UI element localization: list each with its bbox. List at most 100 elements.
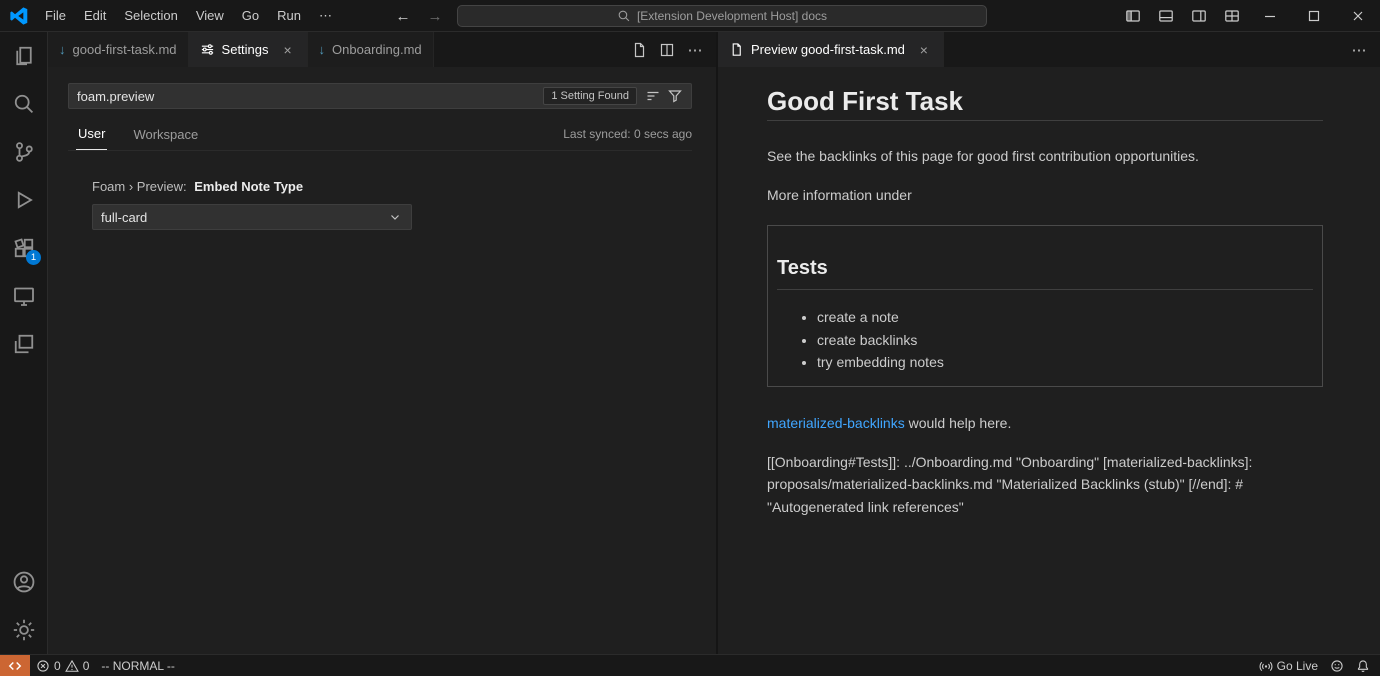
menu-go[interactable]: Go bbox=[233, 0, 268, 32]
warnings-count: 0 bbox=[83, 659, 90, 673]
extensions-badge: 1 bbox=[26, 250, 41, 265]
chevron-down-icon bbox=[387, 209, 403, 225]
more-actions-icon[interactable]: ⋯ bbox=[684, 39, 706, 61]
settings-search-input[interactable]: foam.preview 1 Setting Found bbox=[68, 83, 692, 109]
nav-forward-icon[interactable]: → bbox=[425, 8, 445, 25]
setting-title: Foam › Preview: Embed Note Type bbox=[92, 179, 692, 194]
menu-edit[interactable]: Edit bbox=[75, 0, 115, 32]
editor-group-left: ↓ good-first-task.md Settings × ↓ Onboar… bbox=[48, 32, 716, 654]
tab-onboarding[interactable]: ↓ Onboarding.md bbox=[308, 32, 434, 67]
menu-selection[interactable]: Selection bbox=[115, 0, 186, 32]
broadcast-icon bbox=[1259, 659, 1273, 673]
errors-icon bbox=[36, 659, 50, 673]
menu-more-icon[interactable]: ⋯ bbox=[310, 0, 341, 32]
vscode-logo-icon bbox=[10, 7, 28, 25]
embedded-note-card: Tests create a note create backlinks try… bbox=[767, 225, 1323, 387]
accounts-icon[interactable] bbox=[0, 558, 48, 606]
setting-name: Embed Note Type bbox=[194, 179, 303, 194]
filter-settings-icon[interactable] bbox=[664, 85, 686, 107]
close-window-button[interactable] bbox=[1336, 0, 1380, 32]
editor-group-right: Preview good-first-task.md × ⋯ Good Firs… bbox=[718, 32, 1380, 654]
embed-note-title: Tests bbox=[777, 256, 1313, 290]
search-icon bbox=[617, 9, 631, 23]
link-references-paragraph: [[Onboarding#Tests]]: ../Onboarding.md "… bbox=[767, 451, 1323, 519]
command-center-search[interactable]: [Extension Development Host] docs bbox=[457, 5, 987, 27]
link-suffix-text: would help here. bbox=[905, 415, 1012, 431]
menu-file[interactable]: File bbox=[36, 0, 75, 32]
vim-mode-label: -- NORMAL -- bbox=[101, 659, 175, 673]
preview-file-icon bbox=[729, 42, 744, 57]
problems-status[interactable]: 0 0 bbox=[30, 655, 95, 676]
list-item: create a note bbox=[817, 306, 1313, 329]
tab-good-first-task[interactable]: ↓ good-first-task.md bbox=[48, 32, 189, 67]
tab-strip-right: Preview good-first-task.md × ⋯ bbox=[718, 32, 1380, 67]
more-actions-icon[interactable]: ⋯ bbox=[1348, 39, 1370, 61]
embed-note-type-select[interactable]: full-card bbox=[92, 204, 412, 230]
settings-sliders-icon bbox=[200, 42, 215, 57]
toggle-panel-icon[interactable] bbox=[1149, 0, 1182, 32]
menu-view[interactable]: View bbox=[187, 0, 233, 32]
settings-search-value: foam.preview bbox=[77, 89, 543, 104]
tab-label: Preview good-first-task.md bbox=[751, 42, 905, 57]
notifications-bell-icon[interactable] bbox=[1350, 655, 1376, 676]
settings-gear-icon[interactable] bbox=[0, 606, 48, 654]
vscode-window: File Edit Selection View Go Run ⋯ ← → [E… bbox=[0, 0, 1380, 676]
go-live-button[interactable]: Go Live bbox=[1253, 655, 1324, 676]
setting-item-embed-note-type: Foam › Preview: Embed Note Type full-car… bbox=[92, 179, 692, 230]
activity-bar: 1 bbox=[0, 32, 48, 654]
warnings-icon bbox=[65, 659, 79, 673]
preview-intro-paragraph: See the backlinks of this page for good … bbox=[767, 147, 1323, 166]
tab-preview-good-first-task[interactable]: Preview good-first-task.md × bbox=[718, 32, 944, 67]
source-control-icon[interactable] bbox=[0, 128, 48, 176]
tab-label: Onboarding.md bbox=[332, 42, 422, 57]
clear-search-results-icon[interactable] bbox=[642, 85, 664, 107]
go-live-label: Go Live bbox=[1277, 659, 1318, 673]
maximize-button[interactable] bbox=[1292, 0, 1336, 32]
scope-tab-user[interactable]: User bbox=[76, 121, 107, 150]
list-item: try embedding notes bbox=[817, 351, 1313, 374]
minimize-button[interactable] bbox=[1248, 0, 1292, 32]
feedback-icon[interactable] bbox=[1324, 655, 1350, 676]
nav-back-icon[interactable]: ← bbox=[393, 8, 413, 25]
status-bar: 0 0 -- NORMAL -- Go Live bbox=[0, 654, 1380, 676]
vim-mode-status[interactable]: -- NORMAL -- bbox=[95, 655, 181, 676]
select-value: full-card bbox=[101, 210, 147, 225]
open-settings-json-icon[interactable] bbox=[628, 39, 650, 61]
run-debug-icon[interactable] bbox=[0, 176, 48, 224]
materialized-backlinks-link[interactable]: materialized-backlinks bbox=[767, 415, 905, 431]
menu-bar: File Edit Selection View Go Run ⋯ bbox=[36, 0, 341, 32]
markdown-preview: Good First Task See the backlinks of thi… bbox=[718, 67, 1380, 518]
toggle-secondary-sidebar-icon[interactable] bbox=[1182, 0, 1215, 32]
window-controls bbox=[1116, 0, 1380, 32]
toggle-primary-sidebar-icon[interactable] bbox=[1116, 0, 1149, 32]
close-tab-icon[interactable]: × bbox=[280, 42, 296, 58]
windows-panels-icon[interactable] bbox=[0, 320, 48, 368]
command-center-area: ← → [Extension Development Host] docs bbox=[393, 0, 987, 32]
split-editor-icon[interactable] bbox=[656, 39, 678, 61]
setting-category: Foam › Preview: bbox=[92, 179, 187, 194]
title-bar: File Edit Selection View Go Run ⋯ ← → [E… bbox=[0, 0, 1380, 32]
errors-count: 0 bbox=[54, 659, 61, 673]
settings-scope-tabs: User Workspace Last synced: 0 secs ago bbox=[68, 121, 692, 151]
scope-tab-workspace[interactable]: Workspace bbox=[131, 122, 200, 150]
settings-editor: foam.preview 1 Setting Found User Worksp… bbox=[48, 67, 716, 230]
markdown-file-icon: ↓ bbox=[59, 42, 66, 57]
list-item: create backlinks bbox=[817, 329, 1313, 352]
settings-count-badge: 1 Setting Found bbox=[543, 87, 637, 105]
customize-layout-icon[interactable] bbox=[1215, 0, 1248, 32]
preview-link-paragraph: materialized-backlinks would help here. bbox=[767, 414, 1323, 433]
search-sidebar-icon[interactable] bbox=[0, 80, 48, 128]
close-tab-icon[interactable]: × bbox=[916, 42, 932, 58]
status-bar-right: Go Live bbox=[1253, 655, 1380, 676]
preview-more-info-paragraph: More information under bbox=[767, 186, 1323, 205]
remote-indicator[interactable] bbox=[0, 655, 30, 676]
tab-label: Settings bbox=[222, 42, 269, 57]
extensions-icon[interactable]: 1 bbox=[0, 224, 48, 272]
preview-heading: Good First Task bbox=[767, 86, 1323, 121]
menu-run[interactable]: Run bbox=[268, 0, 310, 32]
remote-explorer-icon[interactable] bbox=[0, 272, 48, 320]
command-center-label: [Extension Development Host] docs bbox=[637, 9, 827, 23]
tab-settings[interactable]: Settings × bbox=[189, 32, 308, 67]
explorer-icon[interactable] bbox=[0, 32, 48, 80]
editor-actions-left: ⋯ bbox=[628, 32, 716, 67]
